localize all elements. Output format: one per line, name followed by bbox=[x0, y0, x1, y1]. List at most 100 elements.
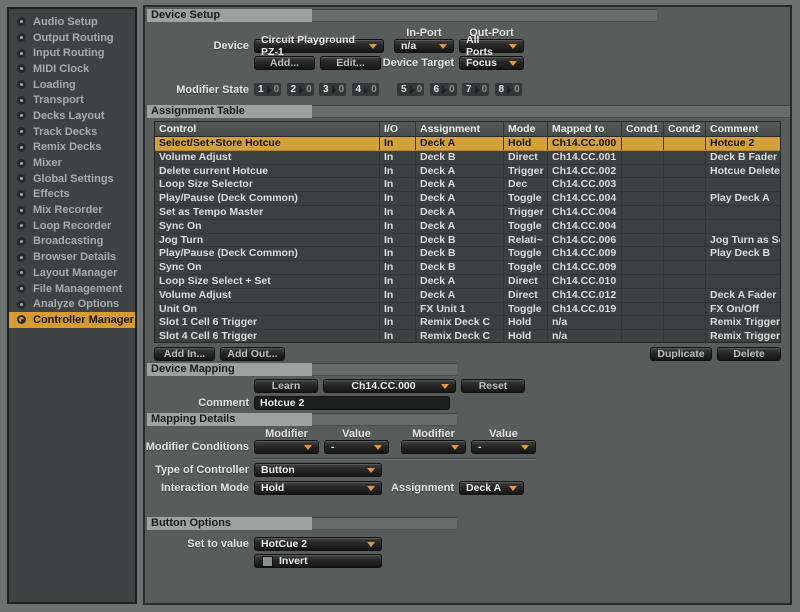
modifier-state-6[interactable]: 60 bbox=[430, 83, 457, 96]
column-header-control[interactable]: Control bbox=[155, 122, 379, 136]
sidebar-item-audio-setup[interactable]: Audio Setup bbox=[9, 14, 135, 30]
sidebar-item-track-decks[interactable]: Track Decks bbox=[9, 124, 135, 140]
cell-mode: Toggle bbox=[503, 261, 547, 274]
table-row[interactable]: Select/Set+Store HotcueInDeck AHoldCh14.… bbox=[155, 137, 780, 151]
column-header-cond2[interactable]: Cond2 bbox=[663, 122, 705, 136]
out-port-select[interactable]: All Ports bbox=[459, 39, 524, 53]
sidebar-item-midi-clock[interactable]: MIDI Clock bbox=[9, 61, 135, 77]
column-header-mode[interactable]: Mode bbox=[503, 122, 547, 136]
device-target-select[interactable]: Focus bbox=[459, 56, 524, 70]
sidebar-item-analyze-options[interactable]: Analyze Options bbox=[9, 296, 135, 312]
table-row[interactable]: Play/Pause (Deck Common)InDeck AToggleCh… bbox=[155, 192, 780, 206]
modifier1-select[interactable] bbox=[254, 440, 319, 454]
arrow-right-icon bbox=[475, 86, 480, 94]
comment-input[interactable]: Hotcue 2 bbox=[254, 396, 450, 410]
table-row[interactable]: Volume AdjustInDeck ADirectCh14.CC.012De… bbox=[155, 289, 780, 303]
modifier-state-2[interactable]: 20 bbox=[287, 83, 314, 96]
cell-control: Play/Pause (Deck Common) bbox=[155, 192, 379, 205]
value2-select[interactable]: - bbox=[471, 440, 536, 454]
column-header-io[interactable]: I/O bbox=[379, 122, 415, 136]
modifier-state-8[interactable]: 80 bbox=[495, 83, 522, 96]
sidebar-item-loading[interactable]: Loading bbox=[9, 77, 135, 93]
sidebar-item-effects[interactable]: Effects bbox=[9, 187, 135, 203]
sidebar-item-decks-layout[interactable]: Decks Layout bbox=[9, 108, 135, 124]
type-of-controller-select[interactable]: Button bbox=[254, 463, 382, 477]
radio-bullet-icon bbox=[17, 190, 26, 199]
learn-button[interactable]: Learn bbox=[254, 379, 318, 393]
modifier2-select[interactable] bbox=[401, 440, 466, 454]
table-row[interactable]: Delete current HotcueInDeck ATriggerCh14… bbox=[155, 165, 780, 179]
radio-bullet-icon bbox=[17, 49, 26, 58]
table-row[interactable]: Sync OnInDeck AToggleCh14.CC.004 bbox=[155, 220, 780, 234]
sidebar-item-controller-manager[interactable]: Controller Manager bbox=[9, 312, 135, 328]
in-port-select[interactable]: n/a bbox=[394, 39, 454, 53]
reset-button[interactable]: Reset bbox=[461, 379, 525, 393]
column-header-assignment[interactable]: Assignment bbox=[415, 122, 503, 136]
assignment-select[interactable]: Deck A bbox=[459, 481, 524, 495]
table-row[interactable]: Set as Tempo MasterInDeck ATriggerCh14.C… bbox=[155, 206, 780, 220]
cell-cond1 bbox=[621, 261, 663, 274]
sidebar-item-loop-recorder[interactable]: Loop Recorder bbox=[9, 218, 135, 234]
modifier-state-7[interactable]: 70 bbox=[462, 83, 489, 96]
sidebar-item-transport[interactable]: Transport bbox=[9, 92, 135, 108]
table-row[interactable]: Sync OnInDeck BToggleCh14.CC.009 bbox=[155, 261, 780, 275]
duplicate-button[interactable]: Duplicate bbox=[650, 347, 712, 361]
table-row[interactable]: Play/Pause (Deck Common)InDeck BToggleCh… bbox=[155, 247, 780, 261]
sidebar-item-input-routing[interactable]: Input Routing bbox=[9, 45, 135, 61]
device-select[interactable]: Circuit Playground PZ-1 bbox=[254, 39, 384, 53]
modifier-state-3[interactable]: 30 bbox=[319, 83, 346, 96]
sidebar-item-remix-decks[interactable]: Remix Decks bbox=[9, 140, 135, 156]
delete-button[interactable]: Delete bbox=[717, 347, 781, 361]
sidebar-item-layout-manager[interactable]: Layout Manager bbox=[9, 265, 135, 281]
cell-comment: Hotcue 2 bbox=[705, 137, 780, 150]
sidebar-item-label: Effects bbox=[33, 188, 70, 200]
table-row[interactable]: Volume AdjustInDeck BDirectCh14.CC.001De… bbox=[155, 151, 780, 165]
cell-mode: Toggle bbox=[503, 247, 547, 260]
cell-mode: Hold bbox=[503, 330, 547, 343]
sidebar-item-mixer[interactable]: Mixer bbox=[9, 155, 135, 171]
column-header-cond1[interactable]: Cond1 bbox=[621, 122, 663, 136]
cell-io: In bbox=[379, 261, 415, 274]
modifier-state-4[interactable]: 40 bbox=[352, 83, 379, 96]
cell-cond1 bbox=[621, 316, 663, 329]
invert-checkbox[interactable] bbox=[262, 556, 273, 567]
value1-select[interactable]: - bbox=[324, 440, 389, 454]
modifier-state-group: 10 20 30 40 50 60 70 80 bbox=[254, 83, 522, 96]
set-to-value-select[interactable]: HotCue 2 bbox=[254, 537, 382, 551]
table-row[interactable]: Unit OnInFX Unit 1ToggleCh14.CC.019FX On… bbox=[155, 303, 780, 317]
add-in-button[interactable]: Add In... bbox=[154, 347, 215, 361]
modifier-state-5[interactable]: 50 bbox=[397, 83, 424, 96]
table-row[interactable]: Slot 4 Cell 6 TriggerInRemix Deck CHoldn… bbox=[155, 330, 780, 343]
cell-io: In bbox=[379, 303, 415, 316]
sidebar-item-output-routing[interactable]: Output Routing bbox=[9, 30, 135, 46]
device-setup-title: Device Setup bbox=[147, 9, 312, 22]
cell-mode: Toggle bbox=[503, 192, 547, 205]
chevron-down-icon bbox=[369, 44, 377, 49]
midi-mapping-select[interactable]: Ch14.CC.000 bbox=[323, 379, 456, 393]
invert-toggle[interactable]: Invert bbox=[254, 554, 382, 568]
table-row[interactable]: Loop Size Select + SetInDeck ADirectCh14… bbox=[155, 275, 780, 289]
sidebar-item-browser-details[interactable]: Browser Details bbox=[9, 249, 135, 265]
sidebar-item-mix-recorder[interactable]: Mix Recorder bbox=[9, 202, 135, 218]
chevron-down-icon bbox=[509, 486, 517, 491]
table-row[interactable]: Slot 1 Cell 6 TriggerInRemix Deck CHoldn… bbox=[155, 316, 780, 330]
cell-cond2 bbox=[663, 206, 705, 219]
interaction-mode-select[interactable]: Hold bbox=[254, 481, 382, 495]
sidebar-item-file-management[interactable]: File Management bbox=[9, 281, 135, 297]
cell-cond1 bbox=[621, 206, 663, 219]
controller-manager-panel: Device Setup In-Port Out-Port Device Cir… bbox=[143, 5, 792, 605]
sidebar-item-global-settings[interactable]: Global Settings bbox=[9, 171, 135, 187]
column-header-comment[interactable]: Comment bbox=[705, 122, 780, 136]
arrow-right-icon bbox=[442, 86, 447, 94]
modifier-state-1[interactable]: 10 bbox=[254, 83, 281, 96]
add-out-button[interactable]: Add Out... bbox=[220, 347, 285, 361]
interaction-mode-label: Interaction Mode bbox=[145, 481, 249, 495]
table-row[interactable]: Loop Size SelectorInDeck ADecCh14.CC.003 bbox=[155, 178, 780, 192]
sidebar-item-broadcasting[interactable]: Broadcasting bbox=[9, 234, 135, 250]
column-header-mapped-to[interactable]: Mapped to bbox=[547, 122, 621, 136]
edit-device-button[interactable]: Edit... bbox=[320, 56, 381, 70]
table-row[interactable]: Jog TurnInDeck BRelati~Ch14.CC.006Jog Tu… bbox=[155, 234, 780, 248]
cell-control: Unit On bbox=[155, 303, 379, 316]
cell-mode: Dec bbox=[503, 178, 547, 191]
add-device-button[interactable]: Add... bbox=[254, 56, 315, 70]
